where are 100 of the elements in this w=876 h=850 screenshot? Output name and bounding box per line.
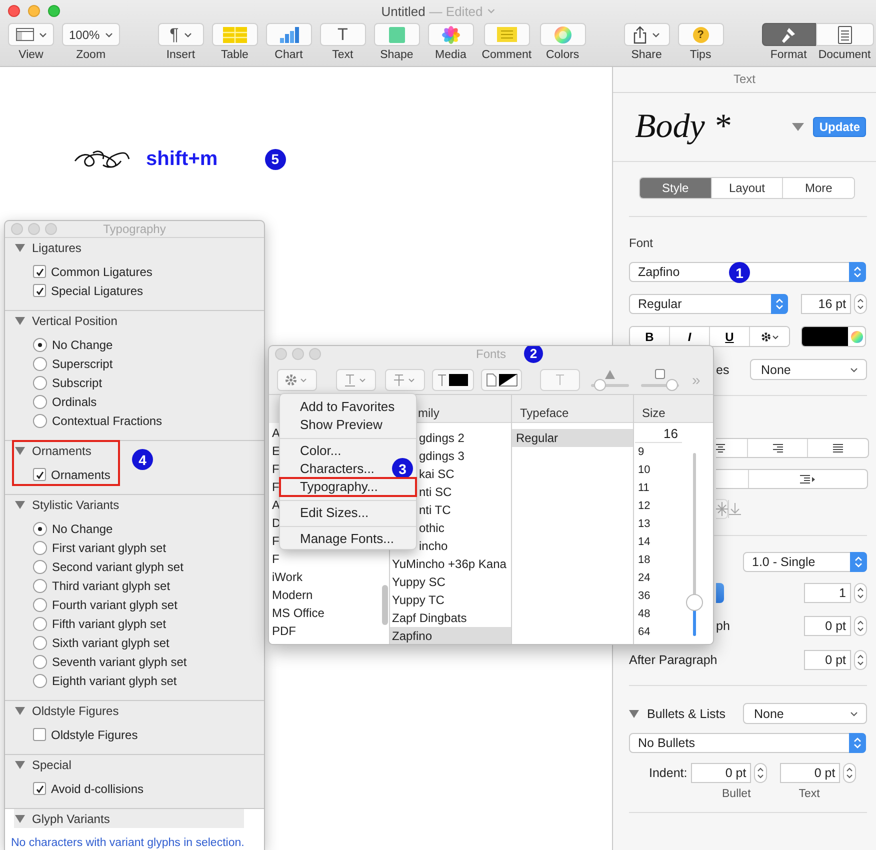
toolbar-share-button[interactable] [624,23,670,46]
radio-button[interactable] [33,598,47,612]
toolbar-insert-button[interactable]: ¶ [158,23,204,46]
inspector-tab[interactable]: Text [613,67,876,93]
toolbar-tips-button[interactable]: ? [678,23,724,46]
scrollbar-thumb[interactable] [382,585,388,625]
zoom-button[interactable] [48,5,60,17]
checkbox[interactable] [33,265,46,278]
indent-field[interactable]: 0 pt [691,763,752,783]
disclosure-triangle-icon[interactable] [15,244,25,252]
menu-item[interactable]: Typography... [280,478,416,496]
spacing-value-field[interactable]: 1 [804,583,851,603]
size-option[interactable]: 11 [634,479,686,497]
font-family-item[interactable]: Yuppy SC [390,573,511,591]
minimize-button[interactable] [28,5,40,17]
disclosure-triangle-icon[interactable] [15,707,25,715]
font-size-field[interactable]: 16 pt [801,294,852,314]
size-option[interactable]: 48 [634,605,686,623]
collection-item[interactable]: PDF [269,622,389,640]
toolbar-colors-button[interactable] [540,23,586,46]
chevron-icon[interactable] [486,8,495,14]
size-slider[interactable] [686,453,703,636]
indent-buttons[interactable] [716,469,868,489]
font-family-item[interactable]: Zapf Dingbats [390,609,511,627]
disclosure-triangle-icon[interactable] [15,761,25,769]
checkbox[interactable] [33,728,46,741]
text-color-well[interactable] [801,326,866,347]
menu-item[interactable]: Color... [280,442,346,460]
radio-button[interactable] [33,560,47,574]
disclosure-triangle-icon[interactable] [629,710,639,718]
radio-button[interactable] [33,578,47,592]
size-option[interactable]: 9 [634,443,686,461]
inspector-subtab[interactable]: Style [640,178,711,198]
radio-button[interactable] [33,414,47,428]
radio-button[interactable] [33,540,47,554]
toolbar-text-button[interactable]: T [320,23,366,46]
action-menu-button[interactable] [277,369,317,391]
toolbar-zoom-button[interactable]: 100% [62,23,120,46]
close-button[interactable] [8,5,20,17]
font-family-item[interactable]: YuMincho +36p Kana [390,555,511,573]
radio-button[interactable] [33,522,47,536]
select-stepper[interactable] [716,583,724,603]
menu-item[interactable]: Show Preview [280,416,386,434]
stepper-icon[interactable] [754,763,768,783]
size-option[interactable]: 12 [634,497,686,515]
font-family-select[interactable]: Zapfino 1 [629,262,866,282]
collection-item[interactable]: Modern [269,586,389,604]
bullets-popup[interactable]: None [743,703,867,724]
toolbar-media-button[interactable] [428,23,474,46]
inspector-subtab[interactable]: More [782,178,854,198]
radio-button[interactable] [33,616,47,630]
toolbar-shape-button[interactable] [374,23,420,46]
disclosure-triangle-icon[interactable] [15,815,25,823]
radio-button[interactable] [33,376,47,390]
toolbar-document-button[interactable] [816,23,874,46]
disclosure-triangle-icon[interactable] [15,501,25,509]
toolbar-chart-button[interactable] [266,23,312,46]
stepper-icon[interactable] [854,294,867,314]
checkbox[interactable] [33,782,46,795]
line-spacing-select[interactable]: 1.0 - Single [743,552,867,572]
size-option[interactable]: 14 [634,533,686,551]
size-option[interactable]: 24 [634,569,686,587]
font-style-select[interactable]: Regular [629,294,788,314]
shadow-blur-slider[interactable] [641,379,679,391]
alignment-buttons[interactable] [716,438,869,458]
text-color-button[interactable] [432,369,474,391]
ligatures-popup[interactable]: None [750,359,867,380]
strikethrough-menu-button[interactable] [385,369,425,391]
toolbar-format-button[interactable] [762,23,816,46]
size-option[interactable]: 64 [634,623,686,641]
collection-item[interactable]: F [269,550,389,568]
menu-item[interactable]: Manage Fonts... [280,530,398,548]
typeface-item[interactable]: Regular [512,429,633,447]
disclosure-triangle-icon[interactable] [15,317,25,325]
radio-button[interactable] [33,636,47,650]
disclosure-triangle-icon[interactable] [792,123,804,131]
column-header[interactable]: Size [634,403,713,423]
after-paragraph-field[interactable]: 0 pt [804,650,851,670]
size-option[interactable]: 18 [634,551,686,569]
stepper-icon[interactable] [854,583,867,603]
shadow-opacity-slider[interactable] [591,378,629,390]
radio-button[interactable] [33,674,47,688]
font-family-item[interactable]: Zapfino [390,627,511,644]
indent-field[interactable]: 0 pt [780,763,840,783]
stepper-icon[interactable] [843,763,856,783]
radio-button[interactable] [33,356,47,370]
underline-menu-button[interactable] [336,369,376,391]
radio-button[interactable] [33,394,47,408]
checkbox[interactable] [33,468,46,481]
size-option[interactable]: 36 [634,587,686,605]
toolbar-comment-button[interactable] [484,23,530,46]
size-option[interactable]: 10 [634,461,686,479]
stepper-icon[interactable] [854,616,867,636]
toolbar-view-button[interactable] [8,23,54,46]
disclosure-triangle-icon[interactable] [15,447,25,455]
size-option[interactable]: 13 [634,515,686,533]
menu-item[interactable]: Characters... [280,460,378,478]
stepper-icon[interactable] [854,650,867,670]
collection-item[interactable]: iWork [269,568,389,586]
radio-button[interactable] [33,338,47,352]
